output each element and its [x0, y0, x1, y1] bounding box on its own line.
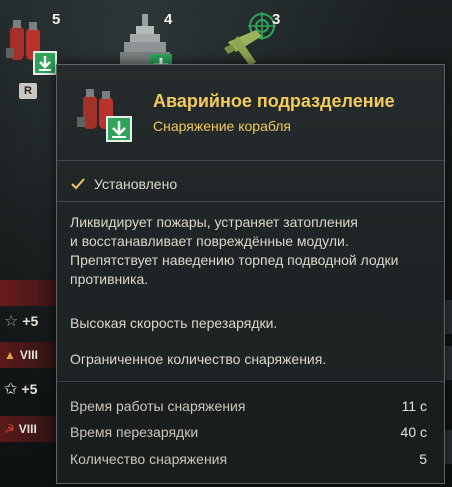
limited-note: Ограниченное количество снаряжения. [70, 351, 327, 367]
status-label: Установлено [94, 176, 178, 192]
left-row-tier: ▲ VIII [0, 342, 58, 368]
slot-count: 5 [52, 11, 61, 28]
slot-count: 4 [164, 11, 173, 28]
stat-label: Количество снаряжения [70, 451, 228, 467]
hotkey-badge: R [19, 83, 37, 99]
description-line: Препятствует наведению торпед подводной … [70, 252, 399, 268]
checkmark-icon [71, 178, 85, 190]
stat-row-duration: Время работы снаряжения 11 с [70, 396, 427, 416]
rank-chevron-icon: ▲ [4, 348, 16, 362]
divider [57, 160, 444, 161]
left-ship-panel: ☆ +5 ▲ VIII ✩ +5 ☭ VIII [0, 262, 60, 487]
stat-value: 11 с [401, 398, 427, 414]
star-icon: ☆ [4, 313, 19, 330]
tooltip-title: Аварийное подразделение [153, 91, 395, 111]
left-row-tier: ☭ VIII [0, 416, 58, 442]
description-line: противника. [70, 271, 149, 287]
reload-note: Высокая скорость перезарядки. [70, 315, 278, 331]
stat-row-reload: Время перезарядки 40 с [70, 422, 427, 442]
stat-value: 40 с [400, 424, 427, 440]
stat-label: Время перезарядки [70, 424, 199, 440]
divider [57, 201, 444, 202]
left-bonus: +5 [21, 381, 38, 397]
star-icon: ✩ [4, 381, 18, 398]
description-line: и восстанавливает повреждённые модули. [70, 233, 349, 249]
hammer-sickle-icon: ☭ [4, 422, 15, 436]
installed-status: Установлено [70, 174, 177, 194]
stat-label: Время работы снаряжения [70, 398, 246, 414]
consumable-tooltip: Аварийное подразделение Снаряжение кораб… [56, 64, 445, 484]
stat-row-charges: Количество снаряжения 5 [70, 449, 427, 469]
left-tier: VIII [19, 348, 38, 362]
left-row-bonus: ✩ +5 [0, 376, 58, 402]
left-row-flag [0, 280, 58, 306]
left-bonus: +5 [22, 313, 39, 329]
left-row-bonus: ☆ +5 [0, 308, 58, 334]
tooltip-description: Ликвидирует пожары, устраняет затопления… [70, 213, 435, 289]
slot-count: 3 [272, 11, 281, 28]
tooltip-subtitle: Снаряжение корабля [153, 118, 291, 134]
damage-control-party-icon [77, 89, 132, 142]
stat-value: 5 [419, 451, 427, 467]
description-line: Ликвидирует пожары, устраняет затопления [70, 214, 358, 230]
left-tier: VIII [18, 422, 37, 436]
tooltip-header: Аварийное подразделение Снаряжение кораб… [57, 65, 444, 159]
